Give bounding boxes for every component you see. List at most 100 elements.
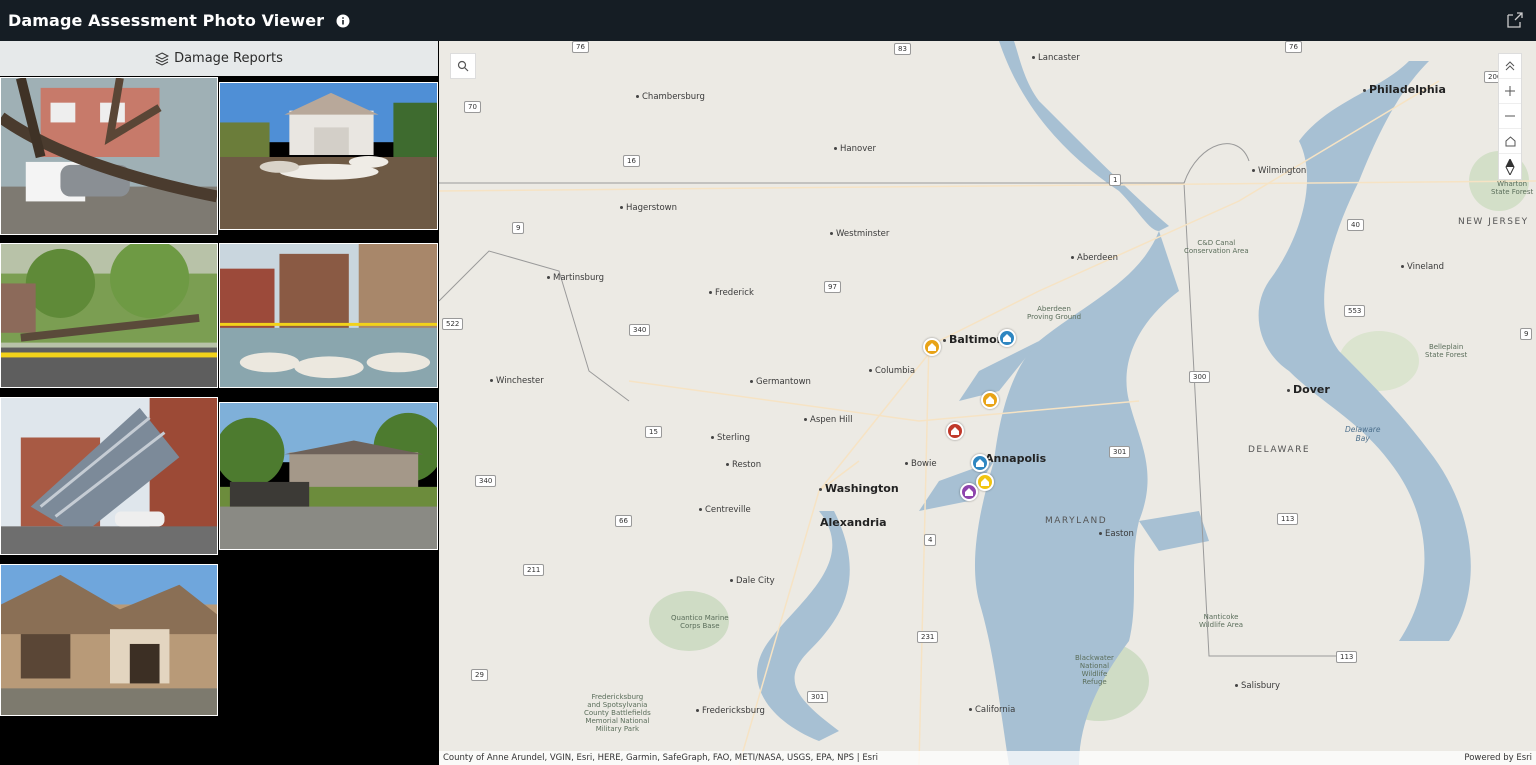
park-belleplain: Belleplain State Forest [1425, 343, 1468, 359]
marker-edgewater[interactable] [976, 473, 994, 491]
map-view[interactable]: Lancaster Philadelphia Chambersburg Hano… [439, 41, 1536, 765]
route-shield: 16 [623, 155, 640, 167]
chevrons-up-icon [1505, 61, 1515, 71]
panel-title: Damage Reports [174, 51, 283, 66]
house-damage-icon [986, 396, 994, 404]
place-aspen-hill: Aspen Hill [804, 415, 852, 425]
route-shield: 553 [1344, 305, 1366, 317]
place-aberdeen: Aberdeen [1071, 253, 1118, 263]
marker-pasadena[interactable] [981, 391, 999, 409]
place-annapolis: Annapolis [979, 452, 1046, 465]
collapse-button[interactable] [1499, 54, 1521, 79]
photo-thumbnail-destroyed-house[interactable] [0, 564, 218, 716]
house-damage-icon [965, 488, 973, 496]
place-lancaster: Lancaster [1032, 53, 1080, 63]
route-shield: 9 [1520, 328, 1533, 340]
place-california: California [969, 705, 1015, 715]
route-shield: 9 [512, 222, 525, 234]
route-shield: 83 [894, 43, 911, 55]
place-germantown: Germantown [750, 377, 811, 387]
route-shield: 113 [1277, 513, 1299, 525]
powered-by-esri[interactable]: Powered by Esri [1464, 753, 1532, 763]
route-shield: 211 [523, 564, 545, 576]
compass-icon [1505, 158, 1515, 175]
photo-thumbnail-sandbags-flood[interactable] [219, 82, 438, 230]
app-header: Damage Assessment Photo Viewer [0, 0, 1536, 41]
park-aberdeen-proving-ground: Aberdeen Proving Ground [1027, 305, 1082, 321]
place-easton: Easton [1099, 529, 1134, 539]
house-damage-icon [928, 343, 936, 351]
route-shield: 1 [1109, 174, 1122, 186]
search-icon [457, 60, 469, 72]
marker-mayo[interactable] [960, 483, 978, 501]
route-shield: 300 [1189, 371, 1211, 383]
place-washington: Washington [819, 482, 899, 495]
map-controls [1498, 53, 1522, 180]
park-blackwater: Blackwater National Wildlife Refuge [1075, 654, 1114, 686]
place-martinsburg: Martinsburg [547, 273, 604, 283]
photo-thumbnail-collapsed-roof[interactable] [0, 397, 218, 555]
zoom-out-button[interactable] [1499, 104, 1521, 129]
place-wilmington: Wilmington [1252, 166, 1306, 176]
place-bowie: Bowie [905, 459, 937, 469]
place-westminster: Westminster [830, 229, 889, 239]
place-columbia: Columbia [869, 366, 915, 376]
place-vineland: Vineland [1401, 262, 1444, 272]
map-attribution: County of Anne Arundel, VGIN, Esri, HERE… [439, 751, 1536, 765]
route-shield: 301 [1109, 446, 1131, 458]
home-icon [1505, 135, 1515, 146]
photo-thumbnail-fallen-tree-street[interactable] [0, 243, 218, 388]
house-damage-icon [981, 478, 989, 486]
park-nanticoke: Nanticoke Wildlife Area [1199, 613, 1244, 629]
route-shield: 70 [464, 101, 481, 113]
place-philadelphia: Philadelphia [1363, 83, 1446, 96]
marker-baltimore-east[interactable] [998, 329, 1016, 347]
marker-annapolis[interactable] [971, 454, 989, 472]
marker-severna[interactable] [946, 422, 964, 440]
map-search-button[interactable] [450, 53, 476, 79]
share-icon[interactable] [1506, 11, 1524, 29]
state-delaware: DELAWARE [1248, 445, 1311, 455]
house-damage-icon [951, 427, 959, 435]
place-sterling: Sterling [711, 433, 750, 443]
home-button[interactable] [1499, 129, 1521, 154]
marker-baltimore-west[interactable] [923, 338, 941, 356]
state-maryland: MARYLAND [1045, 516, 1108, 526]
park-cd-canal: C&D Canal Conservation Area [1184, 239, 1249, 255]
photo-thumbnail-fallen-tree-on-car[interactable] [0, 77, 218, 235]
water-delaware-bay: Delaware Bay [1345, 425, 1381, 443]
state-new-jersey: NEW JERSEY [1458, 217, 1529, 227]
place-salisbury: Salisbury [1235, 681, 1280, 691]
info-icon[interactable] [336, 14, 350, 28]
place-hanover: Hanover [834, 144, 876, 154]
place-alexandria: Alexandria [820, 516, 887, 529]
house-damage-icon [976, 459, 984, 467]
place-dale-city: Dale City [730, 576, 775, 586]
place-dover: Dover [1287, 383, 1330, 396]
park-quantico: Quantico Marine Corps Base [671, 614, 729, 630]
place-fredericksburg: Fredericksburg [696, 706, 765, 716]
park-wharton: Wharton State Forest [1491, 180, 1534, 196]
layers-icon [155, 51, 170, 66]
route-shield: 301 [807, 691, 829, 703]
attribution-text: County of Anne Arundel, VGIN, Esri, HERE… [443, 753, 878, 763]
route-shield: 29 [471, 669, 488, 681]
photo-thumbnail-debris-house[interactable] [219, 402, 438, 550]
route-shield: 15 [645, 426, 662, 438]
house-damage-icon [1003, 334, 1011, 342]
route-shield: 40 [1347, 219, 1364, 231]
plus-icon [1505, 86, 1515, 96]
damage-reports-panel: Damage Reports [0, 41, 438, 765]
park-fredericksburg-battlefields: Fredericksburg and Spotsylvania County B… [584, 693, 651, 733]
route-shield: 76 [572, 41, 589, 53]
compass-button[interactable] [1499, 154, 1521, 179]
route-shield: 97 [824, 281, 841, 293]
route-shield: 340 [629, 324, 651, 336]
zoom-in-button[interactable] [1499, 79, 1521, 104]
panel-header: Damage Reports [0, 41, 438, 76]
minus-icon [1505, 115, 1515, 117]
place-winchester: Winchester [490, 376, 544, 386]
app-title: Damage Assessment Photo Viewer [8, 11, 325, 30]
route-shield: 66 [615, 515, 632, 527]
photo-thumbnail-flooded-houses[interactable] [219, 243, 438, 388]
